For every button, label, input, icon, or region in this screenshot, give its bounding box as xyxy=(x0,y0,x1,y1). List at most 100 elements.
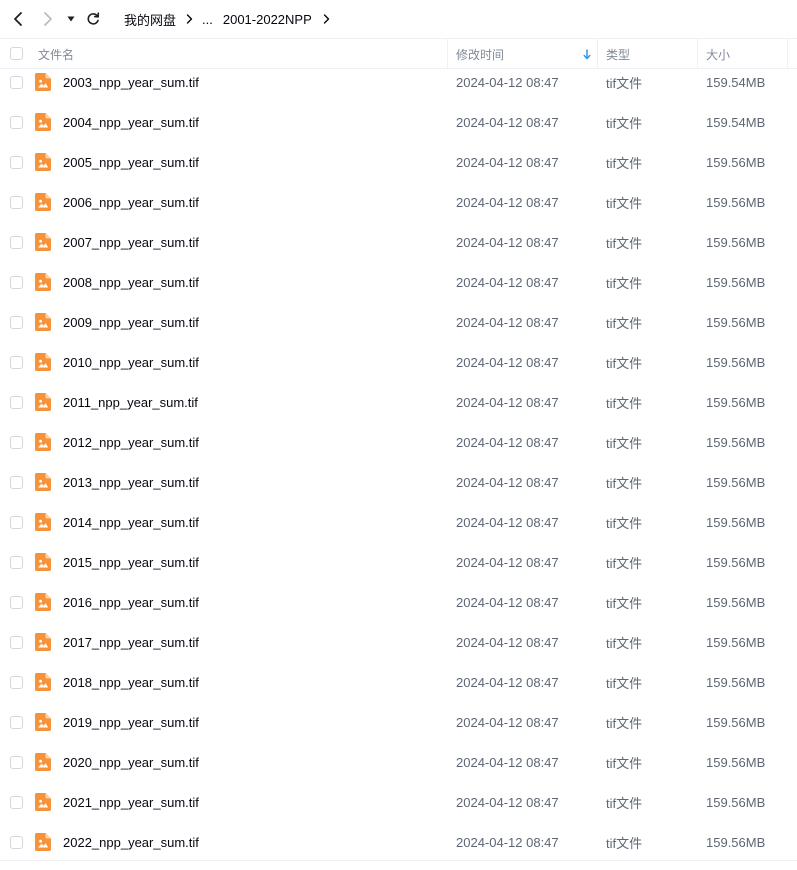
chevron-right-icon xyxy=(186,14,193,24)
file-type: tif文件 xyxy=(606,595,643,611)
file-row[interactable]: 2006_npp_year_sum.tif 2024-04-12 08:47 tif… xyxy=(0,182,797,222)
row-checkbox[interactable] xyxy=(10,836,23,849)
file-name[interactable]: 2016_npp_year_sum.tif xyxy=(63,582,199,622)
row-checkbox[interactable] xyxy=(10,196,23,209)
file-row[interactable]: 2016_npp_year_sum.tif 2024-04-12 08:47 tif… xyxy=(0,582,797,622)
file-size: 159.56MB xyxy=(706,314,766,330)
row-checkbox[interactable] xyxy=(10,796,23,809)
row-checkbox[interactable] xyxy=(10,436,23,449)
file-modified-time: 2024-04-12 08:47 xyxy=(456,274,559,290)
file-row[interactable]: 2017_npp_year_sum.tif 2024-04-12 08:47 tif… xyxy=(0,622,797,662)
file-name[interactable]: 2022_npp_year_sum.tif xyxy=(63,822,199,862)
file-row[interactable]: 2009_npp_year_sum.tif 2024-04-12 08:47 tif… xyxy=(0,302,797,342)
file-row[interactable]: 2015_npp_year_sum.tif 2024-04-12 08:47 tif… xyxy=(0,542,797,582)
file-size: 159.56MB xyxy=(706,834,766,850)
image-file-icon xyxy=(35,673,51,691)
file-name[interactable]: 2008_npp_year_sum.tif xyxy=(63,262,199,302)
image-file-icon xyxy=(35,633,51,651)
row-checkbox[interactable] xyxy=(10,556,23,569)
file-row[interactable]: 2008_npp_year_sum.tif 2024-04-12 08:47 tif… xyxy=(0,262,797,302)
forward-button[interactable] xyxy=(38,9,58,29)
file-modified-time: 2024-04-12 08:47 xyxy=(456,114,559,130)
image-file-icon xyxy=(35,73,51,91)
file-row[interactable]: 2011_npp_year_sum.tif 2024-04-12 08:47 tif… xyxy=(0,382,797,422)
file-row[interactable]: 2003_npp_year_sum.tif 2024-04-12 08:47 tif… xyxy=(0,62,797,102)
file-modified-time: 2024-04-12 08:47 xyxy=(456,714,559,730)
file-row[interactable]: 2010_npp_year_sum.tif 2024-04-12 08:47 tif… xyxy=(0,342,797,382)
file-row[interactable]: 2014_npp_year_sum.tif 2024-04-12 08:47 tif… xyxy=(0,502,797,542)
file-modified-time: 2024-04-12 08:47 xyxy=(456,354,559,370)
file-type: tif文件 xyxy=(606,395,643,411)
file-name[interactable]: 2007_npp_year_sum.tif xyxy=(63,222,199,262)
file-name[interactable]: 2021_npp_year_sum.tif xyxy=(63,782,199,822)
file-row[interactable]: 2020_npp_year_sum.tif 2024-04-12 08:47 tif… xyxy=(0,742,797,782)
file-name[interactable]: 2006_npp_year_sum.tif xyxy=(63,182,199,222)
file-size: 159.54MB xyxy=(706,74,766,90)
file-name[interactable]: 2003_npp_year_sum.tif xyxy=(63,62,199,102)
row-checkbox[interactable] xyxy=(10,596,23,609)
file-row[interactable]: 2007_npp_year_sum.tif 2024-04-12 08:47 tif… xyxy=(0,222,797,262)
file-name[interactable]: 2010_npp_year_sum.tif xyxy=(63,342,199,382)
back-button[interactable] xyxy=(8,9,28,29)
file-type: tif文件 xyxy=(606,715,643,731)
refresh-button[interactable] xyxy=(83,9,103,29)
file-size: 159.56MB xyxy=(706,354,766,370)
row-checkbox[interactable] xyxy=(10,716,23,729)
chevron-left-icon xyxy=(14,12,22,26)
row-checkbox[interactable] xyxy=(10,516,23,529)
file-name[interactable]: 2005_npp_year_sum.tif xyxy=(63,142,199,182)
file-row[interactable]: 2004_npp_year_sum.tif 2024-04-12 08:47 tif… xyxy=(0,102,797,142)
breadcrumb-item-ellipsis[interactable]: ... xyxy=(202,12,213,27)
file-name[interactable]: 2017_npp_year_sum.tif xyxy=(63,622,199,662)
file-row[interactable]: 2005_npp_year_sum.tif 2024-04-12 08:47 tif… xyxy=(0,142,797,182)
file-name[interactable]: 2014_npp_year_sum.tif xyxy=(63,502,199,542)
file-type: tif文件 xyxy=(606,195,643,211)
file-size: 159.56MB xyxy=(706,154,766,170)
file-row[interactable]: 2021_npp_year_sum.tif 2024-04-12 08:47 tif… xyxy=(0,782,797,822)
divider xyxy=(0,860,797,861)
file-name[interactable]: 2009_npp_year_sum.tif xyxy=(63,302,199,342)
file-modified-time: 2024-04-12 08:47 xyxy=(456,234,559,250)
image-file-icon xyxy=(35,793,51,811)
file-size: 159.56MB xyxy=(706,474,766,490)
breadcrumb-item-root[interactable]: 我的网盘 xyxy=(124,10,176,29)
row-checkbox[interactable] xyxy=(10,156,23,169)
row-checkbox[interactable] xyxy=(10,276,23,289)
file-type: tif文件 xyxy=(606,75,643,91)
row-checkbox[interactable] xyxy=(10,636,23,649)
file-modified-time: 2024-04-12 08:47 xyxy=(456,154,559,170)
row-checkbox[interactable] xyxy=(10,76,23,89)
image-file-icon xyxy=(35,233,51,251)
row-checkbox[interactable] xyxy=(10,476,23,489)
file-name[interactable]: 2020_npp_year_sum.tif xyxy=(63,742,199,782)
file-modified-time: 2024-04-12 08:47 xyxy=(456,594,559,610)
file-type: tif文件 xyxy=(606,155,643,171)
file-name[interactable]: 2015_npp_year_sum.tif xyxy=(63,542,199,582)
file-row[interactable]: 2018_npp_year_sum.tif 2024-04-12 08:47 tif… xyxy=(0,662,797,702)
file-row[interactable]: 2012_npp_year_sum.tif 2024-04-12 08:47 tif… xyxy=(0,422,797,462)
file-type: tif文件 xyxy=(606,275,643,291)
row-checkbox[interactable] xyxy=(10,676,23,689)
row-checkbox[interactable] xyxy=(10,116,23,129)
row-checkbox[interactable] xyxy=(10,396,23,409)
file-name[interactable]: 2011_npp_year_sum.tif xyxy=(63,382,198,422)
file-name[interactable]: 2013_npp_year_sum.tif xyxy=(63,462,199,502)
file-row[interactable]: 2013_npp_year_sum.tif 2024-04-12 08:47 tif… xyxy=(0,462,797,502)
row-checkbox[interactable] xyxy=(10,316,23,329)
file-name[interactable]: 2018_npp_year_sum.tif xyxy=(63,662,199,702)
file-size: 159.56MB xyxy=(706,394,766,410)
image-file-icon xyxy=(35,353,51,371)
row-checkbox[interactable] xyxy=(10,356,23,369)
file-name[interactable]: 2019_npp_year_sum.tif xyxy=(63,702,199,742)
file-name[interactable]: 2004_npp_year_sum.tif xyxy=(63,102,199,142)
select-all-checkbox[interactable] xyxy=(10,47,23,60)
file-type: tif文件 xyxy=(606,835,643,851)
history-dropdown-button[interactable] xyxy=(63,9,79,29)
file-row[interactable]: 2019_npp_year_sum.tif 2024-04-12 08:47 tif… xyxy=(0,702,797,742)
breadcrumb-item-current[interactable]: 2001-2022NPP xyxy=(223,12,312,27)
file-row[interactable]: 2022_npp_year_sum.tif 2024-04-12 08:47 tif… xyxy=(0,822,797,862)
row-checkbox[interactable] xyxy=(10,756,23,769)
row-checkbox[interactable] xyxy=(10,236,23,249)
image-file-icon xyxy=(35,273,51,291)
file-name[interactable]: 2012_npp_year_sum.tif xyxy=(63,422,199,462)
